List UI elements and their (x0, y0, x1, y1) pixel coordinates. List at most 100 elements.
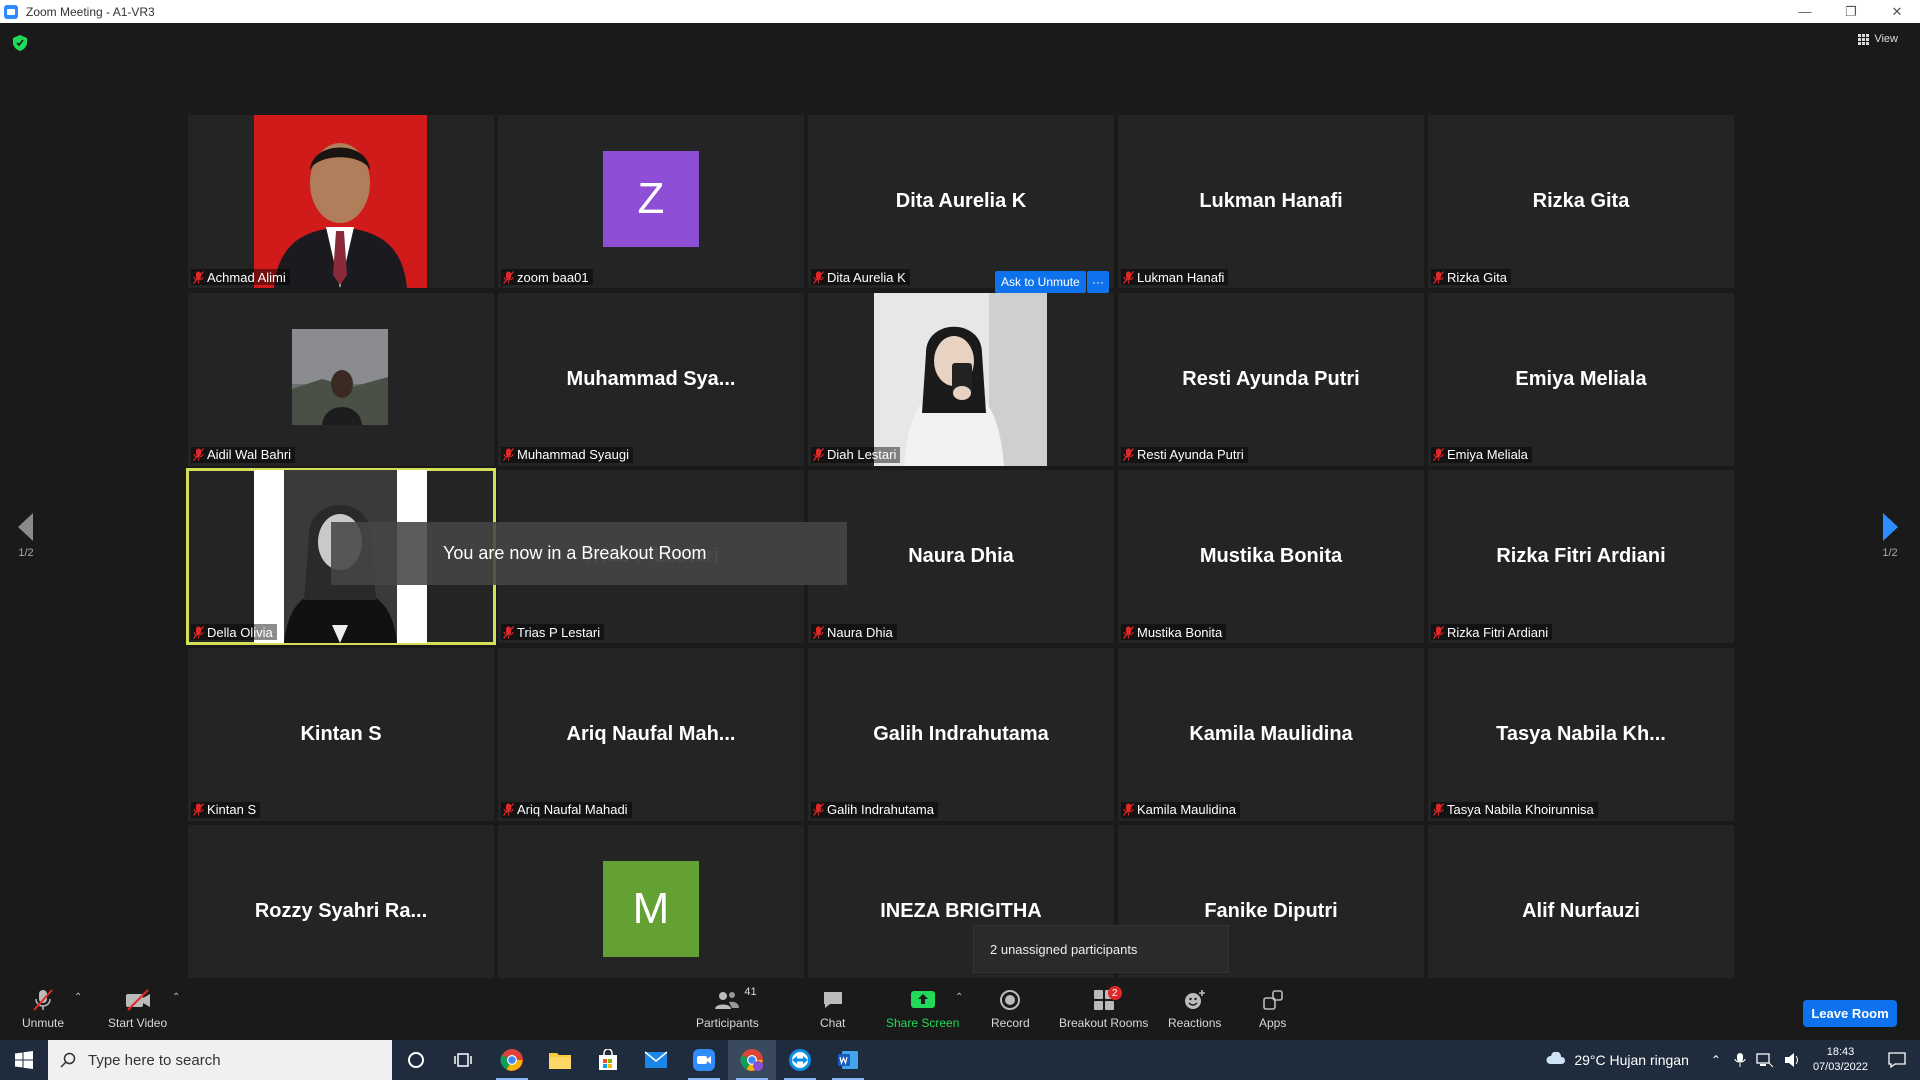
muted-mic-icon (193, 270, 204, 284)
participant-tile[interactable]: Dita Aurelia K Dita Aurelia K (808, 115, 1114, 288)
arrow-right-icon[interactable] (1882, 513, 1898, 541)
clock[interactable]: 18:43 07/03/2022 (1813, 1045, 1868, 1075)
participant-display-name: Dita Aurelia K (895, 190, 1027, 212)
volume-icon[interactable] (1784, 1052, 1802, 1068)
participant-name: Muhammad Syaugi (517, 447, 629, 462)
windows-start-button[interactable] (0, 1040, 48, 1080)
weather-text[interactable]: 29°C Hujan ringan (1574, 1052, 1689, 1068)
meeting-area: View 1/2 1/2 Achmad Alimi Zzoom baa01 Dita… (0, 23, 1920, 998)
taskbar-search[interactable]: Type here to search (48, 1040, 392, 1080)
participant-tile[interactable]: Kamila Maulidina Kamila Maulidina (1118, 647, 1424, 821)
participant-name: Resti Ayunda Putri (1137, 447, 1244, 462)
view-label: View (1874, 33, 1898, 45)
muted-mic-icon (1123, 448, 1134, 461)
tray-overflow-chevron-icon[interactable]: ⌃ (1711, 1053, 1721, 1067)
video-off-icon (125, 989, 150, 1011)
view-button[interactable]: View (1858, 33, 1898, 45)
participant-name: Aidil Wal Bahri (207, 447, 292, 462)
network-icon[interactable] (1756, 1052, 1774, 1068)
taskbar-teamviewer[interactable] (776, 1040, 824, 1080)
ask-to-unmute-button[interactable]: Ask to Unmute (995, 271, 1086, 293)
muted-mic-icon (813, 270, 824, 284)
muted-mic-icon (503, 270, 514, 284)
participant-tile[interactable]: Achmad Alimi (188, 115, 494, 288)
participant-display-name: Ariq Naufal Mah... (566, 722, 736, 745)
participant-tile[interactable]: Zzoom baa01 (498, 115, 804, 288)
participant-tile[interactable]: Naura Dhia Naura Dhia (808, 470, 1114, 643)
taskbar-mail[interactable] (632, 1040, 680, 1080)
taskbar-file-explorer[interactable] (536, 1040, 584, 1080)
record-button[interactable]: Record (991, 988, 1030, 1030)
page-indicator-left: 1/2 (18, 547, 34, 559)
restore-button[interactable]: ❐ (1828, 0, 1874, 23)
folder-icon (549, 1053, 571, 1069)
taskbar-word[interactable] (824, 1040, 872, 1080)
breakout-room-notification: You are now in a Breakout Room (331, 522, 847, 585)
leave-room-button[interactable]: Leave Room (1803, 1000, 1897, 1027)
muted-mic-icon (813, 803, 824, 816)
participant-tile[interactable]: Mustika Bonita Mustika Bonita (1118, 470, 1424, 643)
cortana-button[interactable] (392, 1040, 440, 1080)
video-options-caret-icon[interactable]: ⌃ (172, 992, 180, 1003)
participant-name-label: Resti Ayunda Putri (1121, 446, 1248, 463)
participant-name: Trias P Lestari (517, 624, 601, 640)
participants-button[interactable]: 41 Participants (696, 986, 759, 1030)
unassigned-participants-tooltip: 2 unassigned participants (973, 925, 1229, 973)
muted-mic-icon (1433, 803, 1444, 816)
participant-tile[interactable]: Muhammad Sya... Muhammad Syaugi (498, 292, 804, 466)
search-placeholder: Type here to search (88, 1051, 221, 1069)
unmute-button[interactable]: Unmute (22, 988, 64, 1030)
participant-name-label: Achmad Alimi (191, 269, 290, 285)
participant-tile[interactable]: Emiya Meliala Emiya Meliala (1428, 292, 1734, 466)
apps-button[interactable]: Apps (1259, 988, 1286, 1030)
arrow-left-icon[interactable] (18, 513, 34, 541)
next-page-nav[interactable]: 1/2 (1882, 513, 1898, 559)
participant-display-name: Mustika Bonita (1199, 545, 1343, 567)
participant-name: Della Olivia (207, 624, 273, 640)
participant-tile[interactable]: Tasya Nabila Kh... Tasya Nabila Khoirunni… (1428, 647, 1734, 821)
participant-name: Dita Aurelia K (827, 269, 906, 285)
participant-name: Galih Indrahutama (827, 802, 934, 817)
participant-tile[interactable]: Resti Ayunda Putri Resti Ayunda Putri (1118, 292, 1424, 466)
participant-name-label: Ariq Naufal Mahadi (501, 801, 632, 818)
participant-tile[interactable]: MIrfan (498, 825, 804, 998)
participant-tile[interactable]: Galih Indrahutama Galih Indrahutama (808, 647, 1114, 821)
participant-tile[interactable]: Ariq Naufal Mah... Ariq Naufal Mahadi (498, 647, 804, 821)
participant-name-label: Tasya Nabila Khoirunnisa (1431, 801, 1598, 818)
task-view-button[interactable] (440, 1040, 488, 1080)
start-video-button[interactable]: Start Video (108, 988, 167, 1030)
microphone-tray-icon[interactable] (1734, 1052, 1746, 1068)
notifications-icon[interactable] (1888, 1051, 1906, 1069)
participants-count: 41 (744, 986, 757, 998)
participant-tile[interactable]: Alif NurfauziAlif Nurfauzi (1428, 825, 1734, 998)
participant-tile[interactable]: Rizka Gita Rizka Gita (1428, 115, 1734, 288)
taskbar-chrome[interactable] (488, 1040, 536, 1080)
participant-tile[interactable]: Lukman Hanafi Lukman Hanafi (1118, 115, 1424, 288)
muted-mic-icon (1433, 270, 1444, 284)
close-button[interactable]: ✕ (1874, 0, 1920, 23)
participant-name-label: Naura Dhia (811, 624, 897, 640)
taskbar-zoom[interactable] (680, 1040, 728, 1080)
chat-button[interactable]: Chat (820, 988, 845, 1030)
participant-tile[interactable]: Rizka Fitri Ardiani Rizka Fitri Ardiani (1428, 470, 1734, 643)
encryption-shield-icon[interactable] (13, 35, 27, 51)
reactions-button[interactable]: Reactions (1168, 988, 1221, 1030)
participant-tile[interactable]: Aidil Wal Bahri (188, 292, 494, 466)
participant-name: Kamila Maulidina (1137, 802, 1236, 817)
breakout-rooms-button[interactable]: 2 Breakout Rooms (1059, 986, 1148, 1030)
prev-page-nav[interactable]: 1/2 (18, 513, 34, 559)
taskbar-chrome-profile[interactable] (728, 1040, 776, 1080)
more-options-button[interactable]: ··· (1087, 271, 1109, 293)
participant-tile[interactable]: Diah Lestari (808, 292, 1114, 466)
share-options-caret-icon[interactable]: ⌃ (955, 992, 963, 1003)
teamviewer-icon (789, 1049, 811, 1071)
minimize-button[interactable]: — (1782, 0, 1828, 23)
taskbar-store[interactable] (584, 1040, 632, 1080)
participant-name: Emiya Meliala (1447, 447, 1528, 462)
audio-options-caret-icon[interactable]: ⌃ (74, 992, 82, 1003)
share-screen-button[interactable]: Share Screen (886, 988, 959, 1030)
participant-tile[interactable]: Rozzy Syahri Ra...Rozzy Syahri Ramananda (188, 825, 494, 998)
participant-name: Kintan S (207, 802, 257, 817)
participant-tile[interactable]: Kintan S Kintan S (188, 647, 494, 821)
participant-name: zoom baa01 (517, 269, 589, 285)
